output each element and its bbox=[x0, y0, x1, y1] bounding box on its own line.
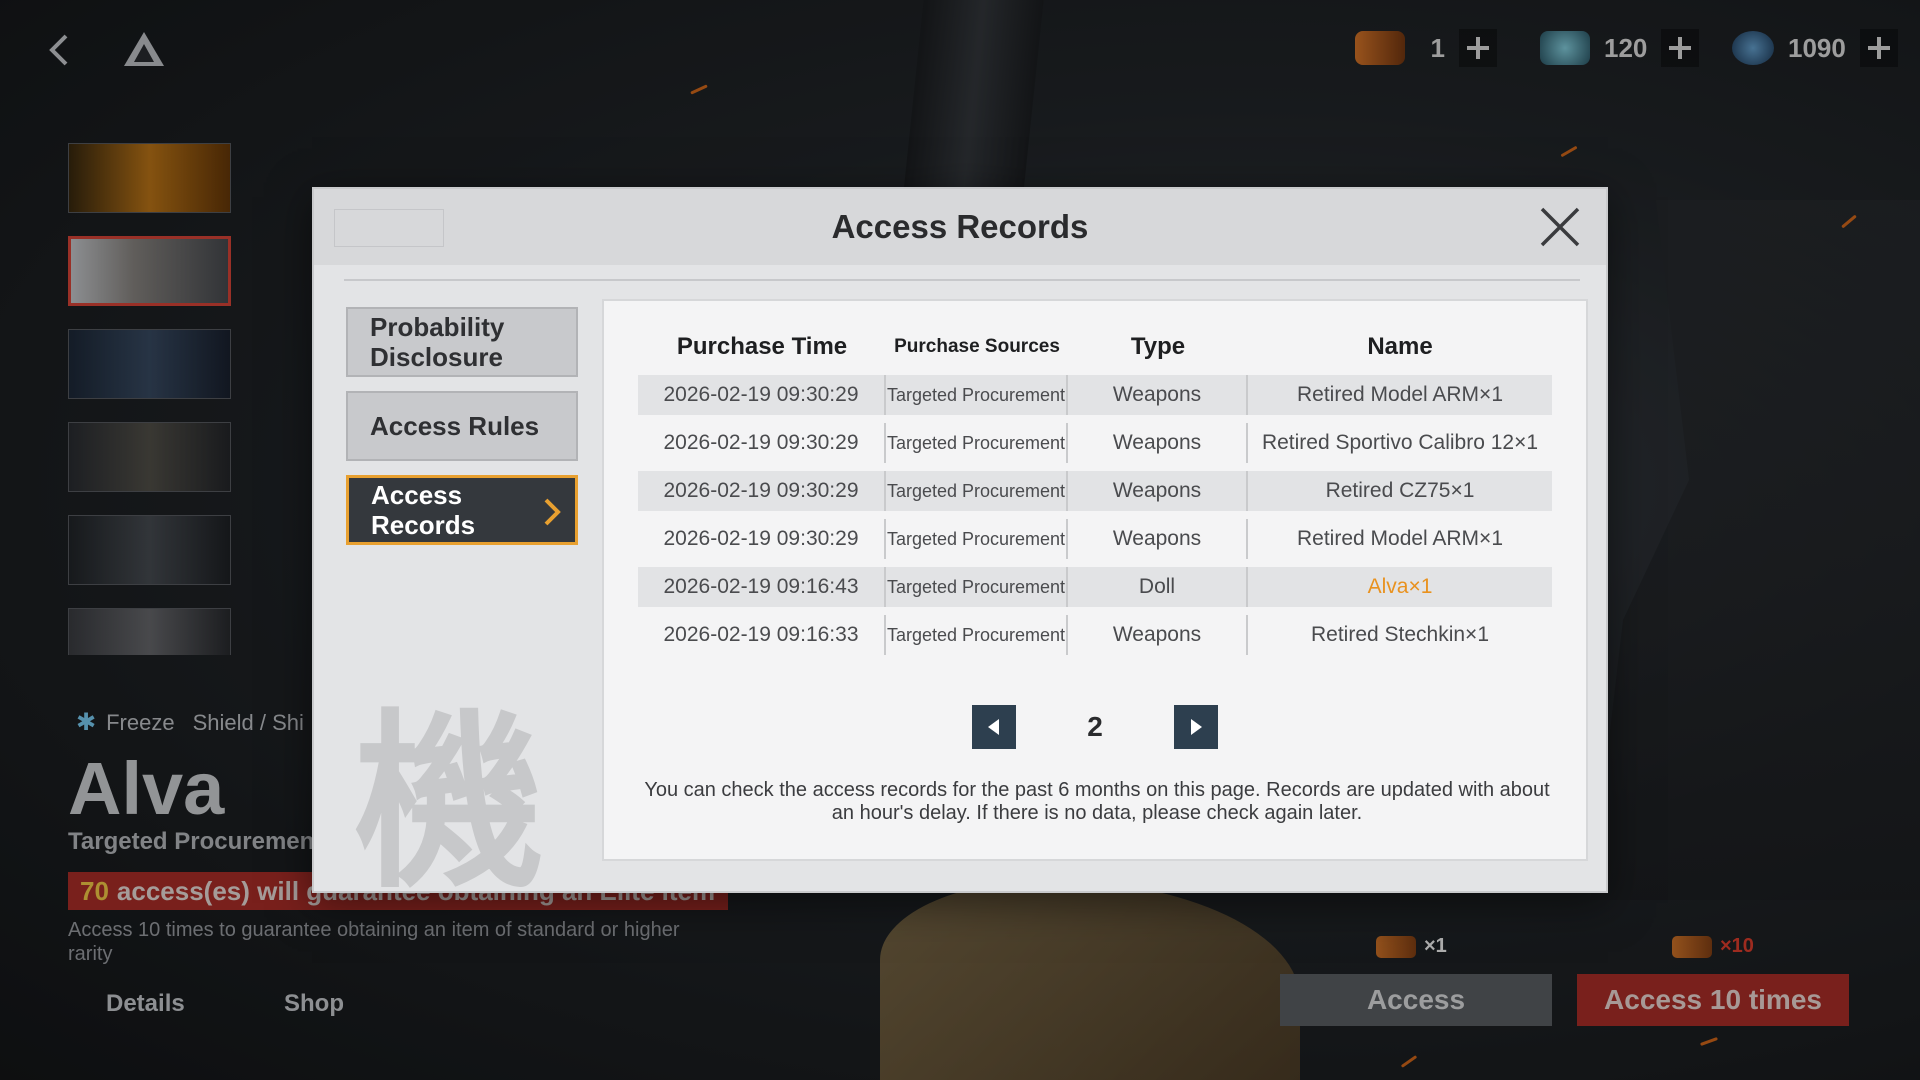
close-button[interactable] bbox=[1536, 203, 1584, 251]
tab-access-records[interactable]: Access Records bbox=[346, 475, 578, 545]
cell-source: Targeted Procurement bbox=[886, 519, 1068, 559]
pagination: 2 bbox=[604, 705, 1586, 749]
tab-label: Access Rules bbox=[370, 411, 540, 441]
tab-label: Probability Disclosure bbox=[370, 312, 505, 372]
sidebar-background-glyph: 機 bbox=[354, 691, 545, 914]
cell-source: Targeted Procurement bbox=[886, 423, 1068, 463]
table-row: 2026-02-19 09:30:29 Targeted Procurement… bbox=[638, 519, 1552, 559]
cell-name: Retired Stechkin×1 bbox=[1310, 623, 1490, 646]
access-records-modal: Access Records 機 Probability Disclosure … bbox=[312, 187, 1608, 914]
column-header-type: Type bbox=[1130, 333, 1186, 360]
column-header-name: Name bbox=[1367, 333, 1433, 360]
modal-title: Access Records bbox=[831, 208, 1089, 245]
modal-divider bbox=[344, 279, 1580, 281]
cell-name: Retired Model ARM×1 bbox=[1296, 527, 1503, 550]
table-row: 2026-02-19 09:16:43 Targeted Procurement… bbox=[638, 567, 1552, 607]
current-page-number: 2 bbox=[1087, 711, 1103, 742]
table-row: 2026-02-19 09:30:29 Targeted Procurement… bbox=[638, 375, 1552, 415]
cell-source: Targeted Procurement bbox=[886, 471, 1068, 511]
cell-type: Weapons bbox=[1068, 471, 1248, 511]
records-table: Purchase Time Purchase Sources Type Name… bbox=[638, 319, 1552, 663]
triangle-left-icon bbox=[988, 719, 999, 735]
table-row: 2026-02-19 09:30:29 Targeted Procurement… bbox=[638, 471, 1552, 511]
column-header-purchase-sources: Purchase Sources bbox=[894, 336, 1060, 357]
cell-name-highlight: Alva×1 bbox=[1367, 575, 1433, 598]
cell-name: Retired CZ75×1 bbox=[1325, 479, 1475, 502]
tab-probability-disclosure[interactable]: Probability Disclosure bbox=[346, 307, 578, 377]
cell-source: Targeted Procurement bbox=[886, 615, 1068, 655]
next-page-button[interactable] bbox=[1174, 705, 1218, 749]
cell-time: 2026-02-19 09:30:29 bbox=[638, 423, 886, 463]
cell-name: Retired Sportivo Calibro 12×1 bbox=[1261, 431, 1539, 454]
table-header: Purchase Time Purchase Sources Type Name bbox=[638, 319, 1552, 375]
cell-name: Retired Model ARM×1 bbox=[1296, 383, 1503, 406]
cell-time: 2026-02-19 09:16:43 bbox=[638, 567, 886, 607]
cell-type: Weapons bbox=[1068, 423, 1248, 463]
cell-time: 2026-02-19 09:30:29 bbox=[638, 471, 886, 511]
column-header-purchase-time: Purchase Time bbox=[676, 333, 848, 360]
table-row: 2026-02-19 09:30:29 Targeted Procurement… bbox=[638, 423, 1552, 463]
close-icon bbox=[1540, 207, 1580, 247]
tab-access-rules[interactable]: Access Rules bbox=[346, 391, 578, 461]
cell-time: 2026-02-19 09:16:33 bbox=[638, 615, 886, 655]
chevron-right-icon bbox=[544, 498, 561, 526]
records-panel: Purchase Time Purchase Sources Type Name… bbox=[602, 299, 1588, 861]
cell-time: 2026-02-19 09:30:29 bbox=[638, 375, 886, 415]
cell-time: 2026-02-19 09:30:29 bbox=[638, 519, 886, 559]
cell-type: Weapons bbox=[1068, 615, 1248, 655]
cell-type: Weapons bbox=[1068, 375, 1248, 415]
prev-page-button[interactable] bbox=[972, 705, 1016, 749]
records-note: You can check the access records for the… bbox=[644, 779, 1550, 824]
table-row: 2026-02-19 09:16:33 Targeted Procurement… bbox=[638, 615, 1552, 655]
cell-source: Targeted Procurement bbox=[886, 567, 1068, 607]
cell-type: Doll bbox=[1068, 567, 1248, 607]
cell-source: Targeted Procurement bbox=[886, 375, 1068, 415]
cell-type: Weapons bbox=[1068, 519, 1248, 559]
tab-label: Access Records bbox=[371, 480, 476, 540]
triangle-right-icon bbox=[1191, 719, 1202, 735]
